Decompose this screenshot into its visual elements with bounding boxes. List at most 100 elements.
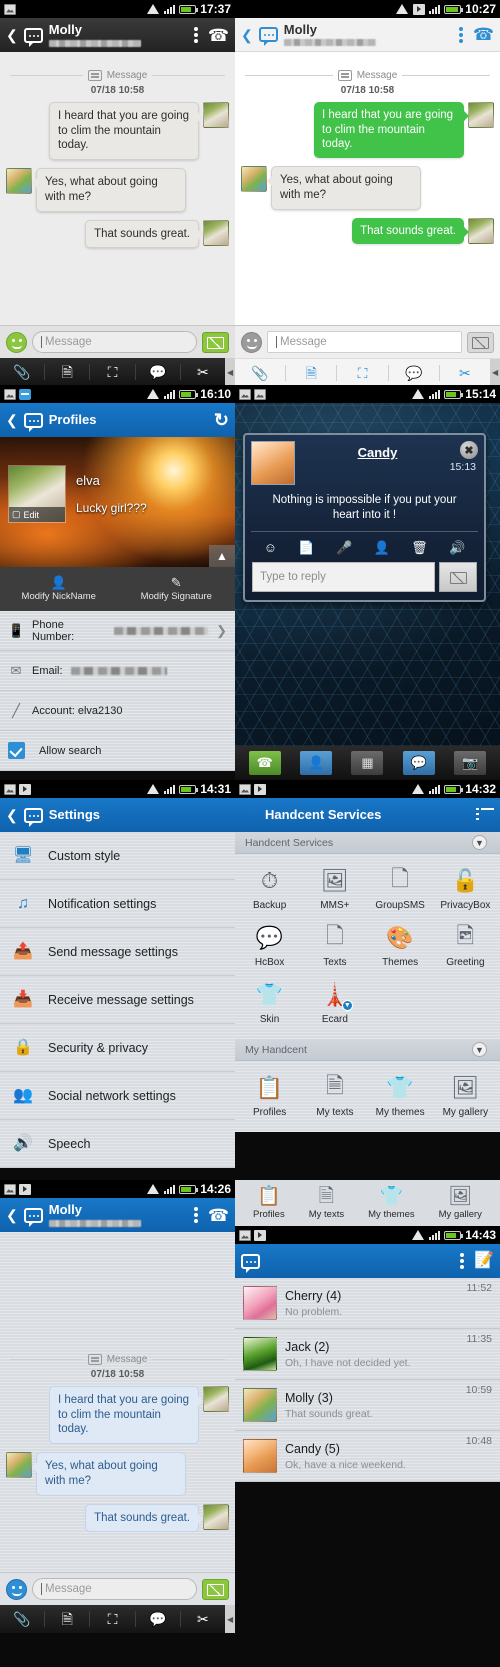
tools-icon[interactable]: ✂ [181, 358, 225, 385]
back-icon[interactable]: ❮ [6, 1208, 18, 1222]
service-greeting[interactable]: 🖻 Greeting [433, 917, 498, 974]
section-header-my-handcent[interactable]: My Handcent ▼ [235, 1039, 500, 1061]
message-list[interactable]: Message 07/18 10:58 I heard that you are… [0, 52, 235, 325]
quicktext-icon[interactable]: 💬 [136, 358, 180, 385]
settings-item-social[interactable]: 👥 Social network settings [0, 1072, 235, 1120]
apps-icon[interactable]: ▦ [351, 751, 384, 775]
settings-item-custom-style[interactable]: 🖥 Custom style [0, 832, 235, 880]
tools-icon[interactable]: ✂ [181, 1605, 225, 1633]
chevron-down-icon[interactable]: ▼ [472, 1042, 487, 1057]
service-privacybox[interactable]: 🔓 PrivacyBox [433, 860, 498, 917]
service-my-gallery[interactable]: 🖼 My gallery [439, 1187, 482, 1220]
message-row[interactable]: That sounds great. [0, 1503, 235, 1533]
attach-icon[interactable]: 📎 [0, 1605, 44, 1633]
message-row[interactable]: Yes, what about going with me? [0, 1452, 235, 1496]
section-header-services[interactable]: Handcent Services ▼ [235, 832, 500, 854]
messages-icon[interactable] [258, 27, 278, 46]
message-input[interactable]: Message [32, 331, 197, 353]
thread-row[interactable]: Cherry (4) No problem. 11:52 [235, 1278, 500, 1329]
close-icon[interactable]: ✖ [460, 441, 478, 459]
service-ecard[interactable]: 🗼 ▼ Ecard [302, 974, 367, 1031]
contact-icon[interactable]: 👤 [374, 540, 390, 556]
delete-icon[interactable]: 🗑 [411, 540, 428, 556]
message-bubble[interactable]: That sounds great. [352, 217, 469, 245]
service-skin[interactable]: 👕 Skin [237, 974, 302, 1031]
message-bubble[interactable]: I heard that you are going to clim the m… [49, 102, 203, 161]
list-view-icon[interactable] [476, 808, 494, 822]
back-icon[interactable]: ❮ [6, 28, 18, 42]
toolbar-expand-icon[interactable]: ◀ [225, 358, 235, 385]
message-row[interactable]: I heard that you are going to clim the m… [0, 1386, 235, 1445]
overflow-menu-icon[interactable] [193, 27, 198, 43]
settings-item-notification[interactable]: ♫ Notification settings [0, 880, 235, 928]
settings-item-speech[interactable]: 🔊 Speech [0, 1120, 235, 1168]
toolbar-expand-icon[interactable]: ◀ [225, 1605, 235, 1633]
message-row[interactable]: I heard that you are going to clim the m… [235, 102, 500, 159]
service-mmsplus[interactable]: 🖼 MMS+ [302, 860, 367, 917]
emoji-icon[interactable] [241, 331, 262, 353]
camera-icon[interactable]: 📷 [454, 751, 487, 775]
message-bubble[interactable]: Yes, what about going with me? [267, 166, 421, 210]
emoji-icon[interactable] [6, 331, 27, 353]
message-bubble[interactable]: I heard that you are going to clim the m… [314, 102, 469, 159]
attach-icon[interactable]: 📎 [0, 358, 44, 385]
messages-icon[interactable] [23, 27, 43, 47]
service-profiles[interactable]: 📋 Profiles [253, 1187, 285, 1220]
overflow-menu-icon[interactable] [458, 26, 463, 43]
toolbar-expand-icon[interactable]: ◀ [490, 359, 500, 385]
capture-icon[interactable]: ⛶ [337, 359, 387, 385]
message-bubble[interactable]: Yes, what about going with me? [32, 1452, 186, 1496]
send-button[interactable] [467, 331, 494, 353]
message-list[interactable]: Message 07/18 10:58 I heard that you are… [235, 52, 500, 325]
overflow-menu-icon[interactable] [193, 1207, 198, 1223]
mic-icon[interactable]: 🎤 [336, 540, 352, 556]
call-icon[interactable]: ☎ [473, 26, 494, 43]
profile-row-phone[interactable]: 📱 Phone Number: ❯ [0, 611, 235, 651]
service-groupsms[interactable]: 🗋 GroupSMS [368, 860, 433, 917]
service-themes[interactable]: 🎨 Themes [368, 917, 433, 974]
thread-row[interactable]: Molly (3) That sounds great. 10:59 [235, 1380, 500, 1431]
compose-icon[interactable]: 📝 [474, 1253, 494, 1269]
message-row[interactable]: I heard that you are going to clim the m… [0, 102, 235, 161]
quicktext-icon[interactable]: 💬 [136, 1605, 180, 1633]
messages-icon[interactable]: 💬 [402, 751, 435, 775]
message-bubble[interactable]: Yes, what about going with me? [32, 168, 186, 212]
message-row[interactable]: Yes, what about going with me? [0, 168, 235, 212]
quicktext-icon[interactable]: 💬 [389, 359, 439, 385]
message-input[interactable]: Message [267, 331, 462, 353]
service-profiles[interactable]: 📋 Profiles [237, 1067, 302, 1124]
service-my-texts[interactable]: 🗎 My texts [309, 1187, 344, 1220]
message-bubble[interactable]: That sounds great. [85, 219, 203, 249]
settings-item-receive-message[interactable]: 📥 Receive message settings [0, 976, 235, 1024]
phone-icon[interactable]: ☎ [248, 751, 281, 775]
attach-icon[interactable]: 📎 [235, 359, 285, 385]
back-icon[interactable]: ❮ [6, 413, 18, 427]
capture-icon[interactable]: ⛶ [90, 1605, 134, 1633]
draft-icon[interactable]: 🗎 [45, 358, 89, 385]
send-button[interactable] [202, 331, 229, 353]
settings-item-security[interactable]: 🔒 Security & privacy [0, 1024, 235, 1072]
service-my-themes[interactable]: 👕 My themes [368, 1067, 433, 1124]
send-button[interactable] [439, 561, 477, 592]
chevron-up-icon[interactable]: ▲ [209, 545, 235, 567]
speaker-icon[interactable]: 🔊 [449, 540, 465, 556]
message-bubble[interactable]: That sounds great. [85, 1503, 203, 1533]
allow-search-checkbox[interactable] [8, 742, 25, 759]
message-row[interactable]: That sounds great. [235, 217, 500, 245]
draft-icon[interactable]: 🗎 [45, 1605, 89, 1633]
back-icon[interactable]: ❮ [241, 28, 253, 42]
messages-icon[interactable] [23, 807, 43, 827]
message-row[interactable]: That sounds great. [0, 219, 235, 249]
modify-nickname-button[interactable]: 👤 Modify NickName [0, 567, 118, 611]
send-button[interactable] [202, 1578, 229, 1600]
service-backup[interactable]: ⏱ Backup [237, 860, 302, 917]
call-icon[interactable]: ☎ [208, 1207, 229, 1224]
call-icon[interactable]: ☎ [208, 27, 229, 44]
message-row[interactable]: Yes, what about going with me? [235, 166, 500, 210]
profile-row-email[interactable]: ✉ Email: [0, 651, 235, 691]
reply-input[interactable]: Type to reply [252, 561, 435, 592]
tools-icon[interactable]: ✂ [440, 359, 490, 385]
profile-photo[interactable]: ▢ Edit [8, 465, 66, 523]
messages-icon[interactable] [241, 1253, 260, 1273]
service-hcbox[interactable]: 💬 HcBox [237, 917, 302, 974]
